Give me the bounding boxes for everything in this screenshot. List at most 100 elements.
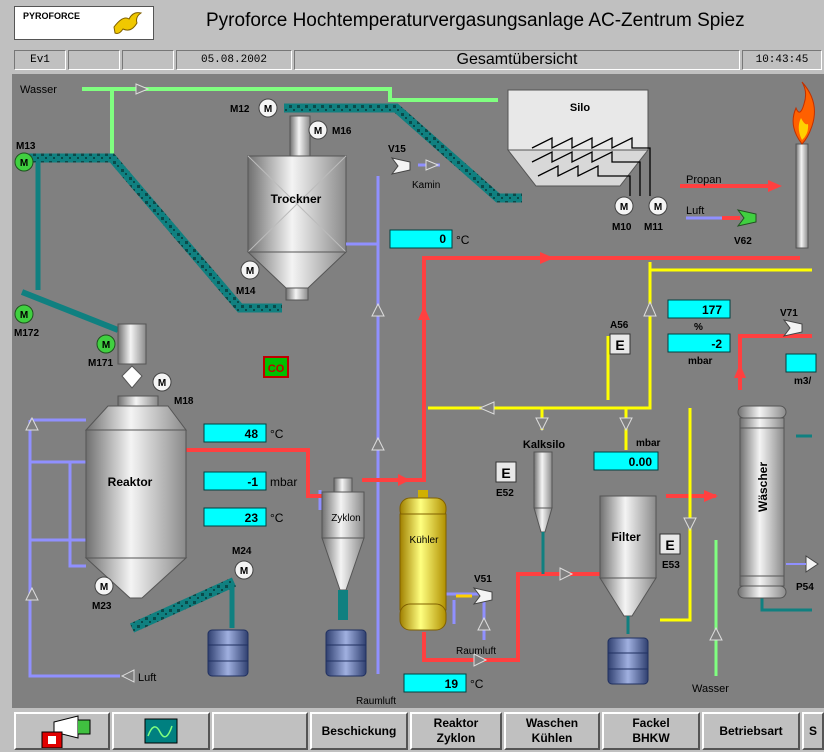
svg-text:m3/: m3/ [794,376,811,387]
zyklon [321,477,365,620]
motor-m24[interactable]: M [234,560,254,580]
motor-m12[interactable]: M [258,98,278,118]
motor-m10[interactable]: M [614,196,634,216]
view-title: Gesamtübersicht [294,50,740,70]
motor-m172[interactable]: M [14,304,34,324]
motor-m16[interactable]: M [308,120,328,140]
svg-text:M: M [20,310,28,321]
trend-button[interactable] [112,712,210,750]
info-bar: Ev1 05.08.2002 Gesamtübersicht 10:43:45 [0,48,824,72]
app-title: Pyroforce Hochtemperaturvergasungsanlage… [206,10,745,31]
kuehler-label: Kühler [410,535,440,546]
svg-text:E53: E53 [662,560,680,571]
motor-m171[interactable]: M [96,334,116,354]
reaktor-temp2-readout[interactable]: 23 [203,507,267,527]
s-button[interactable]: S [802,712,824,750]
motor-m13[interactable]: M [14,152,34,172]
alarm-horn-icon [41,715,91,748]
svg-text:CO: CO [268,363,285,375]
svg-text:M14: M14 [236,286,256,297]
wasser-top-label: Wasser [20,84,57,96]
svg-text:177: 177 [702,303,722,317]
svg-text:M: M [314,126,322,137]
svg-text:M12: M12 [230,104,250,115]
svg-text:M: M [620,202,628,213]
svg-text:%: % [694,322,703,333]
svg-text:mbar: mbar [270,475,297,489]
motor-m14[interactable]: M [240,260,260,280]
wasser-bottom-label: Wasser [692,683,729,695]
ev-indicator: Ev1 [14,50,66,70]
reaktor-zyklon-button[interactable]: Reaktor Zyklon [410,712,502,750]
alarm-horn-button[interactable] [14,712,110,750]
svg-text:mbar: mbar [688,356,713,367]
logo-text: PYROFORCE [23,11,81,21]
svg-text:°C: °C [456,233,470,247]
pyroforce-logo: PYROFORCE [14,6,154,40]
silo-label: Silo [570,102,590,114]
zyklon-label: Zyklon [331,513,360,524]
motor-m11[interactable]: M [648,196,668,216]
fackel-bhkw-button[interactable]: Fackel BHKW [602,712,700,750]
valve-v51[interactable] [456,587,493,605]
pump-p54[interactable] [786,555,819,573]
svg-text:M: M [102,340,110,351]
svg-text:48: 48 [245,427,259,441]
betriebsart-button[interactable]: Betriebsart [702,712,800,750]
e-box-e53[interactable]: E [659,533,681,555]
blank-button[interactable] [212,712,308,750]
waescher-label: Wäscher [756,462,770,512]
svg-text:A56: A56 [610,320,629,331]
kuehler-temp-readout[interactable]: 19 [403,673,467,693]
svg-text:0: 0 [439,232,446,246]
svg-text:M: M [246,266,254,277]
co-indicator[interactable]: CO [263,356,289,378]
svg-text:V71: V71 [780,308,798,319]
svg-text:M10: M10 [612,222,632,233]
reaktor-label: Reaktor [108,475,153,489]
motor-m23[interactable]: M [94,576,114,596]
info-cell-blank-2 [122,50,174,70]
date-display: 05.08.2002 [176,50,292,70]
filter-pressure-readout[interactable]: 0.00 [593,451,659,471]
svg-text:E: E [615,337,624,353]
mbar-readout[interactable]: -2 [667,333,731,353]
svg-text:-1: -1 [247,475,258,489]
svg-text:19: 19 [445,677,459,691]
svg-text:V15: V15 [388,144,406,155]
trend-chart-icon [144,718,178,744]
trockner-label: Trockner [271,192,322,206]
svg-text:V62: V62 [734,236,752,247]
percent-readout[interactable]: 177 [667,299,731,319]
m3-readout[interactable] [785,353,817,373]
reaktor-pressure-readout[interactable]: -1 [203,471,267,491]
trockner-temp-readout[interactable]: 0 [389,229,453,249]
beschickung-button[interactable]: Beschickung [310,712,408,750]
kalksilo-label: Kalksilo [523,439,565,451]
reaktor-temp-readout[interactable]: 48 [203,423,267,443]
svg-text:Luft: Luft [138,672,156,684]
waschen-kuehlen-button[interactable]: Waschen Kühlen [504,712,600,750]
motor-m18[interactable]: M [152,372,172,392]
svg-text:°C: °C [470,677,484,691]
svg-text:M: M [264,104,272,115]
trockner [246,115,348,301]
svg-text:M13: M13 [16,141,36,152]
svg-text:E: E [501,465,510,481]
svg-text:M24: M24 [232,546,252,557]
svg-text:mbar: mbar [636,438,661,449]
e-box-a56[interactable]: E [609,333,631,355]
valve-v62[interactable] [736,209,757,227]
svg-text:M172: M172 [14,328,39,339]
conveyor-m13 [20,153,282,333]
e-box-e52[interactable]: E [495,461,517,483]
svg-text:M11: M11 [644,222,663,233]
svg-text:M: M [158,378,166,389]
svg-text:Luft: Luft [686,205,704,217]
svg-text:Kamin: Kamin [412,180,440,191]
kuehler [399,490,447,631]
flare-stack [792,81,815,249]
svg-text:M16: M16 [332,126,352,137]
valve-v71[interactable] [782,319,803,337]
valve-v15[interactable] [390,157,411,175]
